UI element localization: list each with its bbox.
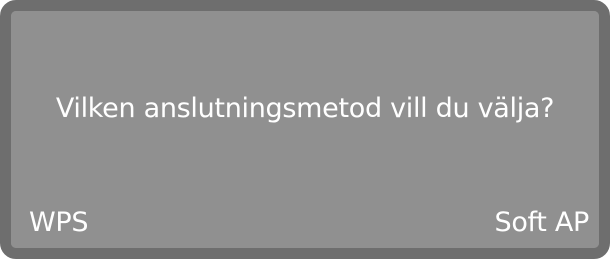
display-bezel: Vilken anslutningsmetod vill du välja? W… — [0, 0, 610, 259]
display-screen: Vilken anslutningsmetod vill du välja? W… — [11, 11, 599, 248]
connection-method-prompt: Vilken anslutningsmetod vill du välja? — [55, 93, 555, 124]
soft-ap-option-button[interactable]: Soft AP — [494, 207, 589, 238]
wps-option-button[interactable]: WPS — [29, 207, 89, 238]
